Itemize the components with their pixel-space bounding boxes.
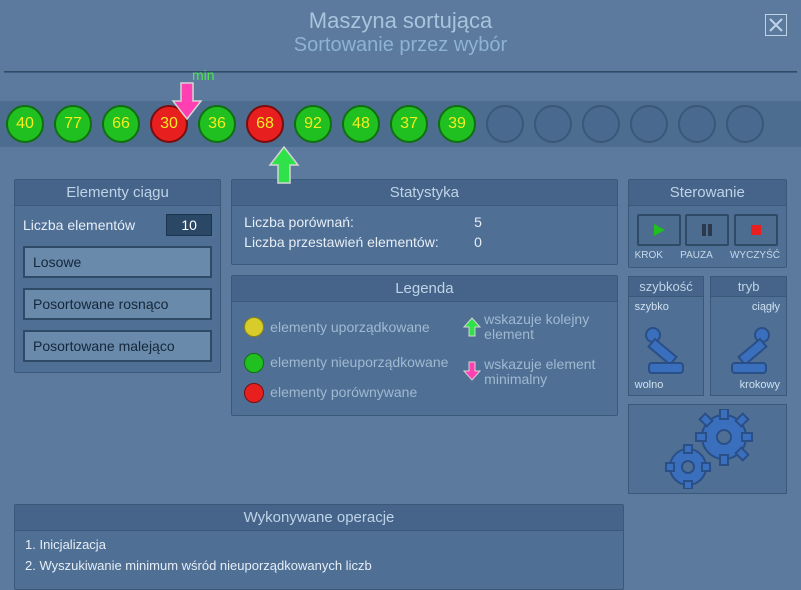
operations-title: Wykonywane operacje (15, 505, 623, 531)
pause-icon (700, 223, 714, 237)
arrow-down-min-icon (167, 81, 207, 121)
step-button[interactable] (637, 214, 681, 246)
arrow-up-icon (462, 317, 482, 337)
ball: 48 (342, 105, 380, 143)
arrow-down-icon (462, 361, 482, 381)
ball-empty (486, 105, 524, 143)
ball-empty (678, 105, 716, 143)
ball: 37 (390, 105, 428, 143)
sorted-asc-button[interactable]: Posortowane rosnąco (23, 288, 212, 320)
gears-icon (652, 409, 762, 489)
ball: 40 (6, 105, 44, 143)
speed-top-label: szybko (631, 299, 673, 315)
speed-bottom-label: wolno (631, 377, 668, 393)
stats-value: 5 (474, 214, 482, 230)
app-subtitle: Sortowanie przez wybór (0, 34, 801, 57)
ball-empty (726, 105, 764, 143)
legend-panel: Legenda elementy uporządkowane wskazuje … (231, 275, 617, 416)
random-button[interactable]: Losowe (23, 246, 212, 278)
pause-label: PAUZA (680, 250, 713, 261)
speed-slider[interactable]: szybkość szybko wolno (628, 276, 705, 396)
legend-sorted: elementy uporządkowane (270, 320, 460, 335)
legend-dot-unsorted (244, 353, 264, 373)
step-label: KROK (635, 250, 663, 261)
ball-empty (582, 105, 620, 143)
legend-unsorted: elementy nieuporządkowane (270, 355, 460, 370)
legend-next: wskazuje kolejny element (484, 312, 604, 343)
operation-line: 2. Wyszukiwanie minimum wśród nieuporząd… (25, 558, 613, 573)
count-input[interactable]: 10 (166, 214, 212, 236)
control-panel: Sterowanie KROK PAUZA WYCZYŚĆ (628, 179, 787, 268)
close-button[interactable] (765, 14, 787, 36)
sorted-desc-button[interactable]: Posortowane malejąco (23, 330, 212, 362)
ball: 68 (246, 105, 284, 143)
clear-button[interactable] (734, 214, 778, 246)
legend-dot-sorted (244, 317, 264, 337)
stats-label: Liczba przestawień elementów: (244, 234, 474, 250)
stats-label: Liczba porównań: (244, 214, 474, 230)
app-title: Maszyna sortująca (0, 8, 801, 34)
header: Maszyna sortująca Sortowanie przez wybór (0, 0, 801, 63)
ball-strip: min 40776630366892483739 (0, 101, 801, 147)
clear-label: WYCZYŚĆ (730, 250, 780, 261)
count-label: Liczba elementów (23, 217, 135, 233)
close-icon (768, 17, 784, 33)
ball: 39 (438, 105, 476, 143)
speed-title: szybkość (629, 277, 704, 297)
stats-row: Liczba porównań:5 (244, 214, 604, 230)
lever-icon (643, 325, 689, 377)
operation-line: 1. Inicjalizacja (25, 537, 613, 552)
stats-panel: Statystyka Liczba porównań:5Liczba przes… (231, 179, 617, 265)
legend-compared: elementy porównywane (270, 385, 460, 400)
legend-dot-compared (244, 383, 264, 403)
elements-panel: Elementy ciągu Liczba elementów 10 Losow… (14, 179, 221, 373)
stats-value: 0 (474, 234, 482, 250)
ball: 66 (102, 105, 140, 143)
ball: 77 (54, 105, 92, 143)
elements-title: Elementy ciągu (15, 180, 220, 206)
play-icon (652, 223, 666, 237)
ball-empty (534, 105, 572, 143)
legend-title: Legenda (232, 276, 616, 302)
mode-bottom-label: krokowy (736, 377, 784, 393)
mode-slider[interactable]: tryb ciągły krokowy (710, 276, 787, 396)
ball: 92 (294, 105, 332, 143)
gears-panel (628, 404, 787, 494)
divider (4, 71, 797, 73)
lever-icon (726, 325, 772, 377)
control-title: Sterowanie (629, 180, 786, 206)
stop-icon (749, 223, 763, 237)
mode-title: tryb (711, 277, 786, 297)
mode-top-label: ciągły (748, 299, 784, 315)
ball-empty (630, 105, 668, 143)
legend-minimal: wskazuje element minimalny (484, 353, 604, 388)
pause-button[interactable] (685, 214, 729, 246)
arrow-up-current-icon (264, 145, 304, 185)
operations-panel: Wykonywane operacje 1. Inicjalizacja 2. W… (14, 504, 624, 590)
stats-row: Liczba przestawień elementów:0 (244, 234, 604, 250)
